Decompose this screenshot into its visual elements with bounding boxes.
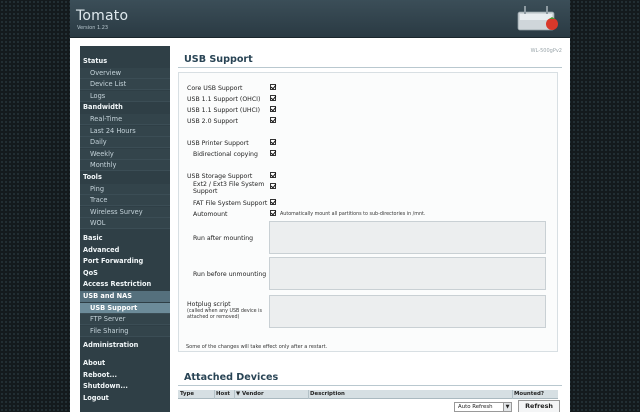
automount-label: Automount xyxy=(193,211,228,218)
sidebar-item-trace[interactable]: Trace xyxy=(80,195,170,207)
sidebar-item-port-forwarding[interactable]: Port Forwarding xyxy=(80,256,170,267)
auto-refresh-value: Auto Refresh xyxy=(458,404,493,410)
run-after-mount-label: Run after mounting xyxy=(193,235,254,242)
core-usb-label: Core USB Support xyxy=(187,85,243,92)
printer-checkbox[interactable] xyxy=(270,139,276,145)
sidebar-item-wol[interactable]: WOL xyxy=(80,218,170,230)
bidirectional-label: Bidirectional copying xyxy=(193,151,258,158)
usb2-label: USB 2.0 Support xyxy=(187,118,238,125)
hotplug-textarea[interactable] xyxy=(269,295,546,328)
usb-settings-panel: Core USB Support USB 1.1 Support (OHCI) … xyxy=(178,72,558,352)
router-icon xyxy=(517,6,558,31)
main-content: WL-500gPv2 USB Support Core USB Support … xyxy=(178,46,562,412)
sidebar-item-device-list[interactable]: Device List xyxy=(80,79,170,91)
automount-checkbox[interactable] xyxy=(270,210,276,216)
ohci-label: USB 1.1 Support (OHCI) xyxy=(187,96,261,103)
app-title: Tomato xyxy=(76,8,129,24)
sidebar-item-last-24-hours[interactable]: Last 24 Hours xyxy=(80,125,170,137)
sidebar-nav: Status Overview Device List Logs Bandwidth Re… xyxy=(80,46,170,412)
storage-label: USB Storage Support xyxy=(187,173,253,180)
col-host[interactable]: Host xyxy=(216,391,230,397)
sidebar-item-weekly[interactable]: Weekly xyxy=(80,148,170,160)
sidebar-item-access-restriction[interactable]: Access Restriction xyxy=(80,279,170,290)
run-before-unmount-label: Run before unmounting xyxy=(193,271,267,278)
fat-fs-label: FAT File System Support xyxy=(193,200,268,207)
sidebar-item-basic[interactable]: Basic xyxy=(80,233,170,244)
header-bar: Tomato Version 1.23 xyxy=(70,0,570,38)
storage-checkbox[interactable] xyxy=(270,172,276,178)
app-version: Version 1.23 xyxy=(77,25,109,31)
sidebar-item-ping[interactable]: Ping xyxy=(80,183,170,195)
attached-devices-title: Attached Devices xyxy=(178,372,562,386)
sidebar-item-real-time[interactable]: Real-Time xyxy=(80,114,170,125)
sidebar-item-daily[interactable]: Daily xyxy=(80,137,170,149)
usb-support-title: USB Support xyxy=(178,54,562,68)
sidebar-item-shutdown[interactable]: Shutdown... xyxy=(80,381,170,392)
sidebar-item-tools[interactable]: Tools xyxy=(80,172,170,183)
col-description[interactable]: Description xyxy=(310,391,345,397)
hotplug-label: Hotplug script xyxy=(187,301,231,308)
sidebar-item-overview[interactable]: Overview xyxy=(80,67,170,79)
ext-fs-checkbox[interactable] xyxy=(270,183,276,189)
sidebar-item-status[interactable]: Status xyxy=(80,56,170,67)
sidebar-item-usb-support[interactable]: USB Support xyxy=(80,302,170,314)
sidebar-item-qos[interactable]: QoS xyxy=(80,268,170,279)
devices-table-header: Type Host ▼ Vendor Description Mounted? xyxy=(178,390,558,399)
fat-fs-checkbox[interactable] xyxy=(270,199,276,205)
usb2-checkbox[interactable] xyxy=(270,117,276,123)
sidebar-item-monthly[interactable]: Monthly xyxy=(80,160,170,172)
page-container: Tomato Version 1.23 Status Overview Device… xyxy=(70,0,570,412)
run-after-mount-textarea[interactable] xyxy=(269,221,546,254)
auto-refresh-select[interactable]: Auto Refresh ▼ xyxy=(454,402,512,412)
sidebar-item-bandwidth[interactable]: Bandwidth xyxy=(80,102,170,113)
sidebar-item-advanced[interactable]: Advanced xyxy=(80,245,170,256)
uhci-label: USB 1.1 Support (UHCI) xyxy=(187,107,261,114)
col-mounted[interactable]: Mounted? xyxy=(514,391,544,397)
automount-help: Automatically mount all partitions to su… xyxy=(280,212,426,217)
sidebar-item-logs[interactable]: Logs xyxy=(80,90,170,102)
sidebar-item-file-sharing[interactable]: File Sharing xyxy=(80,325,170,337)
sidebar-item-administration[interactable]: Administration xyxy=(80,340,170,351)
sidebar-item-about[interactable]: About xyxy=(80,358,170,369)
printer-label: USB Printer Support xyxy=(187,140,249,147)
col-type[interactable]: Type xyxy=(180,391,194,397)
run-before-unmount-textarea[interactable] xyxy=(269,257,546,290)
bidirectional-checkbox[interactable] xyxy=(270,150,276,156)
refresh-button[interactable]: Refresh xyxy=(518,400,560,412)
col-vendor[interactable]: ▼ Vendor xyxy=(236,391,264,397)
core-usb-checkbox[interactable] xyxy=(270,84,276,90)
hotplug-help: (called when any USB device is attached … xyxy=(187,309,262,320)
sidebar-item-usb-and-nas[interactable]: USB and NAS xyxy=(80,291,170,302)
sidebar-item-wireless-survey[interactable]: Wireless Survey xyxy=(80,206,170,218)
restart-note: Some of the changes will take effect onl… xyxy=(186,344,328,350)
uhci-checkbox[interactable] xyxy=(270,106,276,112)
sidebar-item-reboot[interactable]: Reboot... xyxy=(80,370,170,381)
ohci-checkbox[interactable] xyxy=(270,95,276,101)
chevron-down-icon: ▼ xyxy=(503,403,511,411)
sidebar-item-ftp-server[interactable]: FTP Server xyxy=(80,314,170,326)
sidebar-item-logout[interactable]: Logout xyxy=(80,393,170,404)
ext-fs-label: Ext2 / Ext3 File System Support xyxy=(193,181,265,195)
